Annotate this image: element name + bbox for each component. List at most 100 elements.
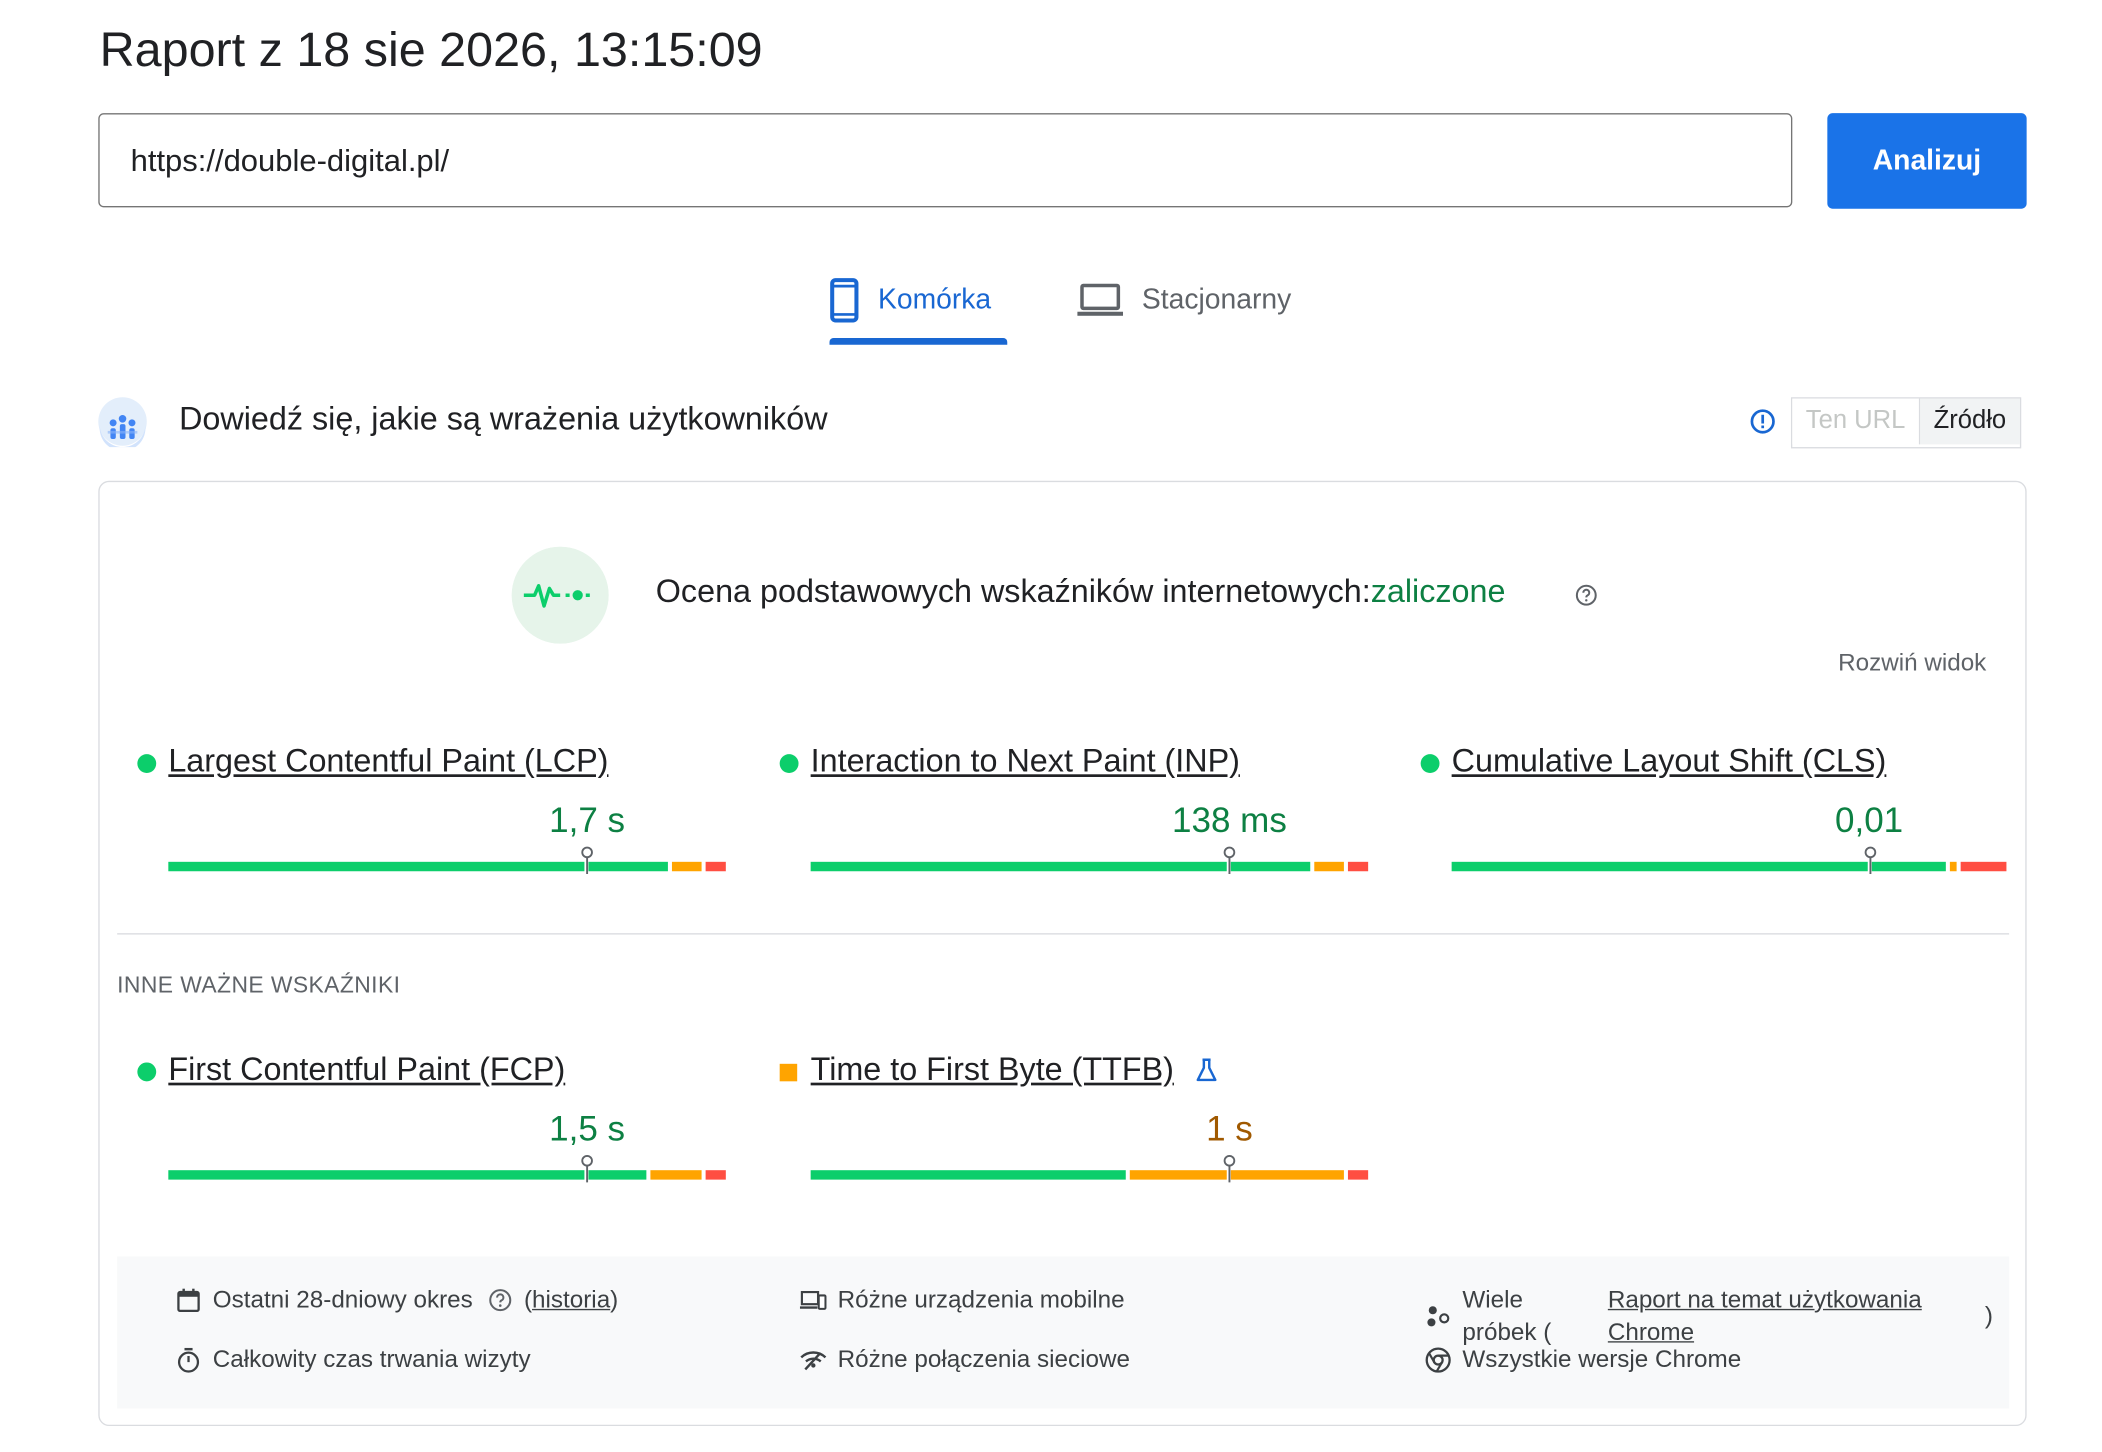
field-data-card: Ocena podstawowych wskaźników internetow… (98, 480, 2027, 1427)
metric-ttfb: Time to First Byte (TTFB) 1 s (779, 1052, 1373, 1205)
metric-fcp-link[interactable]: First Contentful Paint (FCP) (168, 1052, 565, 1090)
segment-good (1451, 861, 1868, 872)
segment-good (810, 861, 1227, 872)
distribution-bar (810, 861, 1369, 872)
samples-text: Wiele próbek ( (1462, 1286, 1552, 1346)
status-good-dot (137, 754, 157, 773)
duration-text: Całkowity czas trwania wizyty (212, 1345, 531, 1373)
metric-cls: Cumulative Layout Shift (CLS) 0,01 (1420, 743, 2014, 897)
tab-desktop-label: Stacjonarny (1141, 284, 1292, 316)
metric-fcp-value: 1,5 s (549, 1108, 626, 1149)
distribution-bar (168, 861, 726, 872)
help-icon[interactable] (1575, 584, 1598, 606)
segment-needs-improvement (672, 861, 702, 872)
metric-inp: Interaction to Next Paint (INP) 138 ms (779, 743, 1373, 897)
segment-needs-improvement (1130, 1170, 1227, 1180)
distribution-bar (168, 1170, 726, 1180)
vitals-pulse-icon (511, 546, 609, 644)
experimental-flask-icon (1196, 1058, 1217, 1082)
tab-desktop[interactable]: Stacjonarny (1077, 256, 1291, 345)
segment-good (810, 1170, 1127, 1180)
expand-view-link[interactable]: Rozwiń widok (1838, 649, 1986, 677)
smartphone-icon (830, 278, 859, 323)
url-input[interactable] (98, 113, 1793, 208)
active-tab-indicator (829, 337, 1008, 345)
segment-good (1871, 861, 1946, 872)
history-close-paren: ) (610, 1286, 619, 1313)
segment-poor (705, 861, 726, 872)
devices-item: Różne urządzenia mobilne (799, 1286, 1125, 1314)
p75-marker (1863, 846, 1876, 874)
tab-mobile-label: Komórka (877, 284, 992, 316)
devices-icon (799, 1290, 827, 1310)
metric-cls-link[interactable]: Cumulative Layout Shift (CLS) (1452, 743, 1887, 781)
section-divider (117, 933, 2010, 935)
users-experience-icon (98, 397, 147, 448)
versions-text: Wszystkie wersje Chrome (1462, 1345, 1742, 1373)
metric-fcp: First Contentful Paint (FCP) 1,5 s (137, 1052, 730, 1205)
metric-lcp: Largest Contentful Paint (LCP) 1,7 s (137, 743, 730, 897)
p75-marker (580, 1154, 593, 1183)
toggle-this-url[interactable]: Ten URL (1792, 398, 1921, 445)
assessment-line: Ocena podstawowych wskaźników internetow… (656, 574, 1506, 612)
scope-toggle: Ten URL Źródło (1790, 397, 2021, 449)
report-title: Raport z 18 sie 2026, 13:15:09 (99, 21, 763, 77)
network-text: Różne połączenia sieciowe (837, 1345, 1130, 1373)
distribution-bar (810, 1170, 1369, 1180)
metric-inp-link[interactable]: Interaction to Next Paint (INP) (811, 743, 1240, 781)
status-good-dot (779, 754, 799, 773)
segment-poor (705, 1170, 726, 1180)
other-metrics-label: INNE WAŻNE WSKAŹNIKI (117, 972, 401, 998)
calendar-icon (177, 1288, 200, 1312)
field-data-header: Dowiedź się, jakie są wrażenia użytkowni… (97, 396, 2028, 450)
assessment-label: Ocena podstawowych wskaźników internetow… (655, 573, 1371, 611)
info-icon[interactable] (1749, 408, 1776, 435)
segment-poor (1347, 1170, 1369, 1180)
samples-icon (1427, 1306, 1450, 1327)
crux-report-link[interactable]: Raport na temat użytkowania Chrome (1608, 1283, 1969, 1348)
metric-cls-value: 0,01 (1835, 799, 1904, 841)
laptop-icon (1077, 283, 1124, 316)
segment-needs-improvement (1949, 861, 1957, 872)
section-title: Dowiedź się, jakie są wrażenia użytkowni… (179, 401, 828, 438)
toggle-origin[interactable]: Źródło (1920, 398, 2020, 445)
segment-good (1230, 861, 1311, 872)
period-text: Ostatni 28-dniowy okres (212, 1286, 473, 1313)
network-icon (800, 1350, 827, 1370)
help-icon[interactable] (489, 1289, 512, 1312)
metric-ttfb-link[interactable]: Time to First Byte (TTFB) (811, 1052, 1174, 1090)
period-item: Ostatni 28-dniowy okres (historia) (175, 1286, 618, 1314)
segment-needs-improvement (649, 1170, 702, 1180)
segment-good (588, 1170, 646, 1180)
status-good-dot (1420, 754, 1440, 773)
metric-ttfb-value: 1 s (1206, 1108, 1253, 1149)
history-link[interactable]: historia (532, 1286, 610, 1314)
status-average-square (779, 1063, 798, 1082)
analyze-button[interactable]: Analizuj (1827, 113, 2027, 209)
samples-item: Wiele próbek ( Raport na temat użytkowan… (1425, 1283, 1993, 1348)
segment-poor (1347, 861, 1369, 872)
status-good-dot (137, 1062, 157, 1082)
segment-good (168, 1170, 585, 1180)
network-item: Różne połączenia sieciowe (800, 1345, 1130, 1373)
chrome-icon (1425, 1346, 1451, 1372)
p75-marker (580, 846, 593, 874)
distribution-bar (1451, 861, 2009, 872)
p75-marker (1222, 846, 1235, 874)
metric-inp-value: 138 ms (1172, 799, 1287, 841)
tab-mobile[interactable]: Komórka (830, 256, 992, 345)
timer-icon (177, 1347, 200, 1372)
device-tabs: Komórka Stacjonarny (808, 256, 1347, 345)
segment-needs-improvement (1230, 1170, 1344, 1180)
metric-lcp-link[interactable]: Largest Contentful Paint (LCP) (168, 743, 608, 781)
p75-marker (1222, 1154, 1235, 1183)
segment-good (588, 861, 669, 872)
segment-needs-improvement (1314, 861, 1344, 872)
devices-text: Różne urządzenia mobilne (837, 1286, 1125, 1313)
history-open-paren: ( (523, 1286, 533, 1313)
samples-close-paren: ) (1984, 1302, 1993, 1330)
duration-item: Całkowity czas trwania wizyty (175, 1345, 531, 1373)
data-details-footer: Ostatni 28-dniowy okres (historia) Całko… (117, 1256, 2010, 1409)
metric-lcp-value: 1,7 s (549, 799, 626, 841)
segment-poor (1960, 861, 2008, 872)
